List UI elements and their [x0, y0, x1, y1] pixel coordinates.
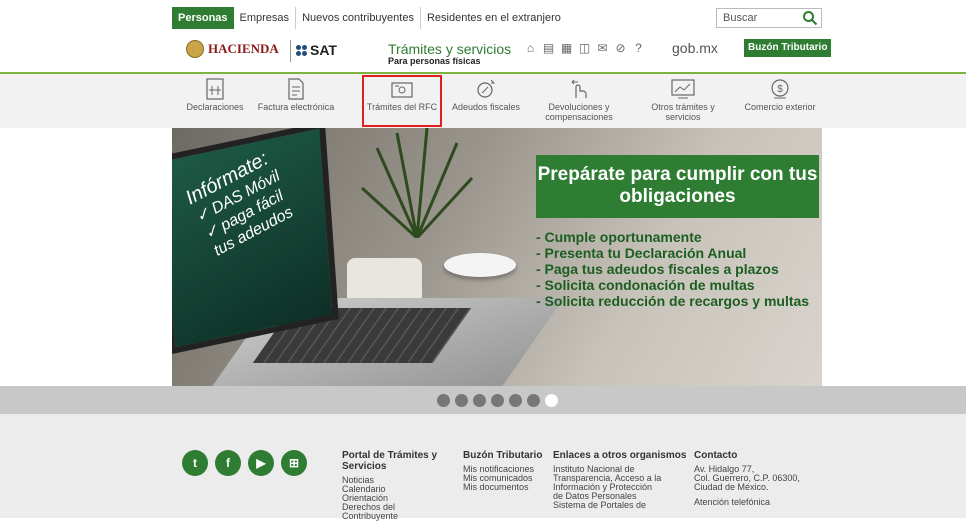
hero-list: - Cumple oportunamente - Presenta tu Dec…	[536, 229, 826, 309]
carousel-dot[interactable]	[436, 393, 450, 407]
gobmx-link[interactable]: gob.mx	[672, 40, 718, 56]
nav-label: Devoluciones y compensaciones	[545, 102, 613, 122]
footer-heading: Buzón Tributario	[463, 450, 543, 461]
comercio-icon: $	[771, 79, 789, 99]
sat-logo-text: SAT	[310, 42, 337, 58]
sat-dots-icon	[296, 44, 307, 56]
seal-icon	[186, 40, 204, 58]
home-icon[interactable]: ⌂	[524, 42, 537, 55]
carousel-dot-active[interactable]	[544, 393, 558, 407]
factura-icon	[288, 78, 304, 100]
footer-heading: Contacto	[694, 450, 738, 461]
nav-label: Declaraciones	[186, 102, 244, 112]
nav-item-declaraciones[interactable]: Declaraciones	[175, 78, 255, 112]
nav-item-devoluciones[interactable]: Devoluciones y compensaciones	[539, 78, 619, 122]
footer-text: Atención telefónica	[694, 497, 771, 507]
twitter-icon[interactable]: t	[182, 450, 208, 476]
footer-link[interactable]: Mis documentos	[463, 483, 548, 492]
hero-list-item: - Paga tus adeudos fiscales a plazos	[536, 261, 779, 277]
nav-item-comercio[interactable]: $ Comercio exterior	[740, 78, 820, 112]
nav-label: Trámites del RFC	[366, 102, 438, 112]
otros-icon	[671, 79, 695, 99]
header-icons: ⌂ ▤ ▦ ◫ ✉ ⊘ ?	[524, 42, 645, 55]
youtube-icon[interactable]: ▶	[248, 450, 274, 476]
document-icon[interactable]: ▤	[542, 42, 555, 55]
page-title: Trámites y servicios	[388, 41, 512, 57]
svg-text:$: $	[777, 84, 783, 95]
carousel-bar-right	[822, 386, 966, 414]
services-nav: Declaraciones Factura electrónica Trámit…	[0, 74, 966, 128]
nav-item-rfc[interactable]: Trámites del RFC	[362, 75, 442, 127]
tab-empresas[interactable]: Empresas	[234, 7, 297, 29]
site-footer: t f ▶ ⊞ Portal de Trámites y Servicios N…	[0, 414, 966, 521]
sitemap-icon[interactable]: ⊞	[281, 450, 307, 476]
tab-residentes-extranjero[interactable]: Residentes en el extranjero	[421, 7, 567, 29]
carousel-dot[interactable]	[454, 393, 468, 407]
nav-label: Factura electrónica	[257, 102, 335, 112]
carousel-dot[interactable]	[490, 393, 504, 407]
calendar-icon[interactable]: ▦	[560, 42, 573, 55]
footer-buzon: Buzón Tributario Mis notificaciones Mis …	[463, 450, 548, 492]
mouse-image	[444, 253, 516, 277]
tab-personas[interactable]: Personas	[172, 7, 234, 29]
nav-item-otros[interactable]: Otros trámites y servicios	[643, 78, 723, 122]
buzon-tributario-button[interactable]: Buzón Tributario	[744, 39, 832, 57]
hacienda-logo[interactable]: HACIENDA	[186, 40, 279, 58]
facebook-icon[interactable]: f	[215, 450, 241, 476]
nav-label: Otros trámites y servicios	[651, 102, 715, 122]
sat-logo[interactable]: SAT	[296, 42, 337, 58]
carousel-bar-left	[0, 386, 172, 414]
nav-label: Comercio exterior	[744, 102, 816, 112]
tab-nuevos-contribuyentes[interactable]: Nuevos contribuyentes	[296, 7, 421, 29]
help-icon[interactable]: ?	[632, 42, 645, 55]
search-placeholder: Buscar	[723, 12, 758, 24]
mail-icon[interactable]: ✉	[596, 42, 609, 55]
compass-icon[interactable]: ⊘	[614, 42, 627, 55]
devoluciones-icon	[571, 79, 587, 98]
carousel-dot[interactable]	[472, 393, 486, 407]
adeudos-icon	[477, 79, 496, 98]
footer-link[interactable]: Sistema de Portales de	[553, 501, 688, 510]
site-header: HACIENDA SAT Trámites y servicios Para p…	[0, 30, 966, 74]
plant-image	[360, 128, 474, 238]
nav-item-factura[interactable]: Factura electrónica	[256, 78, 336, 112]
rfc-icon	[391, 82, 413, 98]
footer-text: Ciudad de México.	[694, 482, 769, 492]
social-links: t f ▶ ⊞	[182, 450, 307, 476]
hacienda-logo-text: HACIENDA	[208, 41, 279, 56]
top-audience-bar: Personas Empresas Nuevos contribuyentes …	[172, 7, 822, 29]
footer-link[interactable]: Derechos del Contribuyente	[342, 503, 452, 521]
footer-portal: Portal de Trámites y Servicios Noticias …	[342, 450, 452, 521]
search-input[interactable]: Buscar	[716, 8, 822, 28]
footer-heading: Portal de Trámites y Servicios	[342, 450, 438, 472]
footer-enlaces: Enlaces a otros organismos Instituto Nac…	[553, 450, 688, 510]
hero-list-item: - Presenta tu Declaración Anual	[536, 245, 747, 261]
carousel-dots	[172, 386, 822, 414]
declaraciones-icon	[206, 78, 224, 100]
nav-label: Adeudos fiscales	[451, 102, 521, 112]
hero-headline: Prepárate para cumplir con tus obligacio…	[536, 155, 819, 218]
logo-divider	[290, 40, 291, 62]
book-icon[interactable]: ◫	[578, 42, 591, 55]
search-icon[interactable]	[802, 10, 818, 26]
hero-list-item: - Solicita reducción de recargos y multa…	[536, 293, 810, 309]
carousel-dot[interactable]	[526, 393, 540, 407]
nav-item-adeudos[interactable]: Adeudos fiscales	[446, 78, 526, 112]
carousel-dot[interactable]	[508, 393, 522, 407]
footer-contacto: Contacto Av. Hidalgo 77, Col. Guerrero, …	[694, 450, 824, 507]
hero-list-item: - Cumple oportunamente	[536, 229, 702, 245]
footer-heading: Enlaces a otros organismos	[553, 450, 687, 461]
page-subtitle: Para personas físicas	[388, 56, 481, 66]
hero-list-item: - Solicita condonación de multas	[536, 277, 755, 293]
